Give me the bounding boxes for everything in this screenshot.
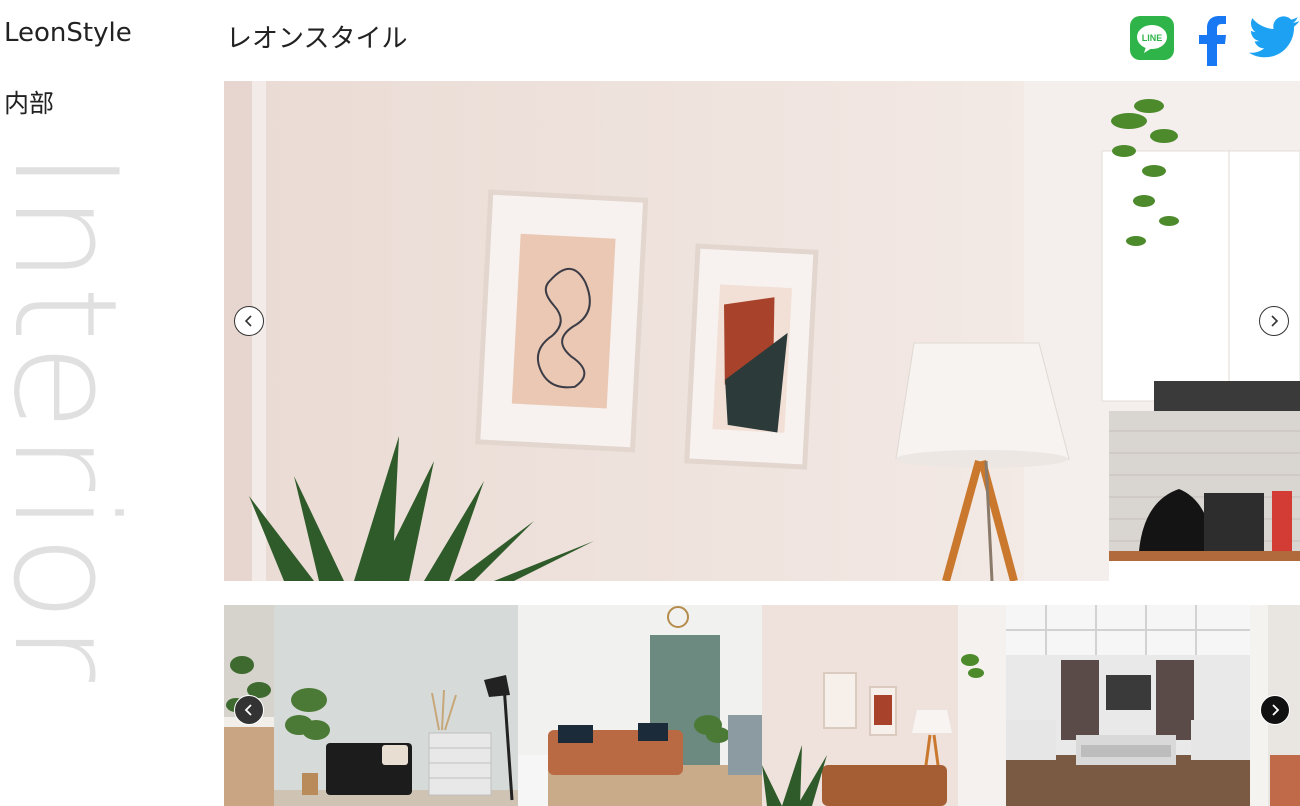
thumbnail-item[interactable] — [518, 605, 762, 806]
thumbnail-prev-button[interactable] — [234, 695, 264, 725]
thumbnail-image — [762, 605, 1006, 806]
main-image-slider[interactable] — [224, 81, 1300, 581]
facebook-icon — [1199, 16, 1226, 66]
chevron-right-icon — [1271, 315, 1279, 327]
twitter-share-button[interactable] — [1249, 16, 1299, 60]
thumbnail-next-button[interactable] — [1260, 695, 1290, 725]
thumbnail-image — [1006, 605, 1250, 806]
main-slider-prev-button[interactable] — [234, 306, 264, 336]
vertical-watermark: Interior — [0, 150, 147, 685]
thumbnail-item[interactable] — [1006, 605, 1250, 806]
thumbnail-image — [274, 605, 518, 806]
brand-logo-text[interactable]: LeonStyle — [4, 18, 132, 48]
living-room-photo — [224, 81, 1300, 581]
thumbnail-item[interactable] — [274, 605, 518, 806]
section-label[interactable]: 内部 — [4, 84, 54, 120]
twitter-icon — [1249, 16, 1299, 58]
thumbnail-slider[interactable] — [224, 605, 1300, 806]
thumbnail-item[interactable] — [762, 605, 1006, 806]
svg-text:LINE: LINE — [1142, 33, 1163, 43]
line-icon: LINE — [1130, 16, 1174, 60]
chevron-left-icon — [244, 315, 252, 327]
chevron-right-icon — [1272, 704, 1280, 716]
main-slider-next-button[interactable] — [1259, 306, 1289, 336]
line-share-button[interactable]: LINE — [1130, 16, 1174, 60]
thumbnail-image — [518, 605, 762, 806]
sidebar: LeonStyle 内部 Interior — [0, 0, 200, 806]
facebook-share-button[interactable] — [1195, 16, 1231, 66]
chevron-left-icon — [244, 704, 252, 716]
page-title: レオンスタイル — [226, 24, 408, 54]
